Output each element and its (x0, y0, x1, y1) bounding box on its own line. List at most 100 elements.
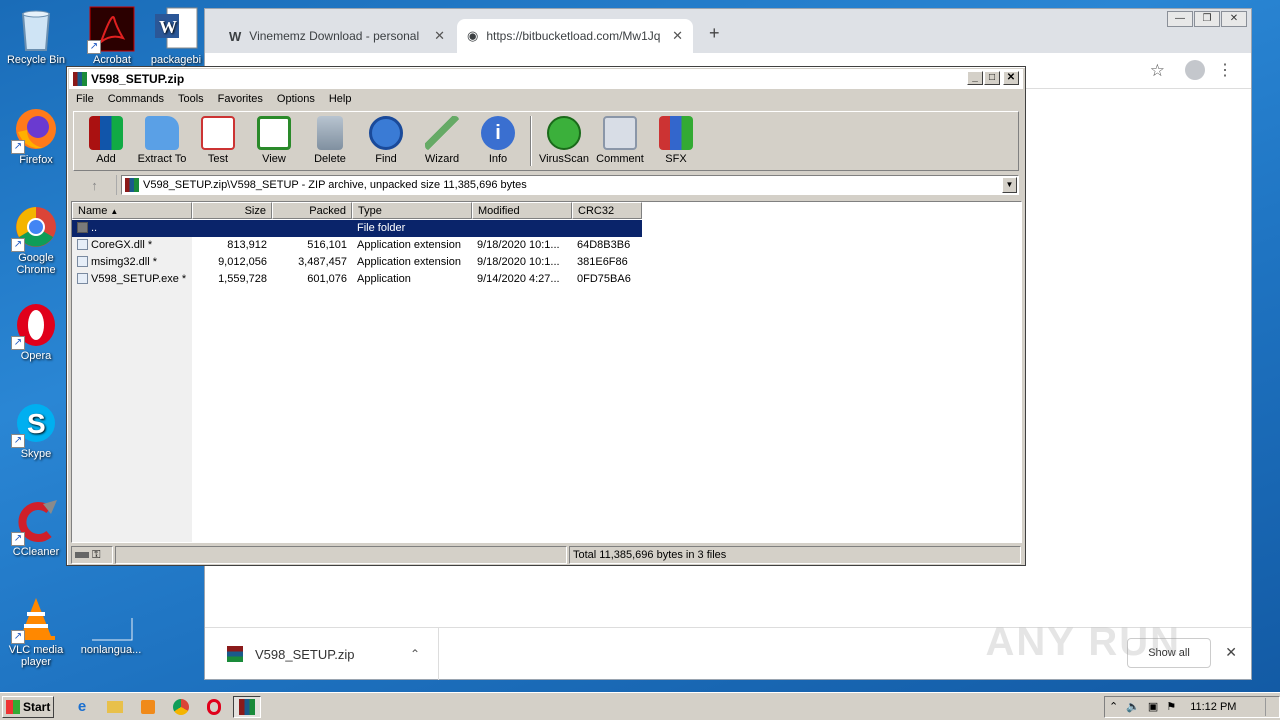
magic-wand-icon (425, 116, 459, 150)
taskbar-media-player[interactable] (134, 696, 162, 718)
row-size (192, 220, 272, 237)
desktop-icon-recycle-bin[interactable]: Recycle Bin (1, 6, 71, 66)
winrar-statusbar: ⚿ Total 11,385,696 bytes in 3 files (71, 546, 1021, 564)
view-button[interactable]: View (246, 112, 302, 170)
comment-icon (603, 116, 637, 150)
tab-title: Vinememz Download - personalfasr (249, 29, 420, 43)
close-download-shelf-icon[interactable]: ✕ (1225, 644, 1237, 661)
profile-avatar-icon[interactable] (1185, 60, 1205, 80)
svg-text:S: S (27, 408, 46, 439)
firefox-icon: ↗ (11, 106, 59, 154)
bookmark-star-icon[interactable]: ☆ (1150, 61, 1165, 81)
comment-button[interactable]: Comment (592, 112, 648, 170)
drive-key-icons[interactable]: ⚿ (71, 546, 113, 564)
maximize-icon[interactable]: □ (984, 71, 1000, 85)
taskbar-opera[interactable] (200, 696, 228, 718)
row-crc (572, 220, 642, 237)
desktop-icon-label: Skype (20, 448, 52, 460)
taskbar-chrome[interactable] (167, 696, 195, 718)
tool-label: Test (207, 153, 229, 165)
column-header-modified[interactable]: Modified (472, 202, 572, 219)
desktop-icon-vlc[interactable]: ↗ VLC media player (1, 596, 71, 668)
taskbar-winrar[interactable] (233, 695, 261, 718)
flag-icon[interactable]: ⚑ (1166, 700, 1176, 713)
taskbar-ie[interactable]: e (68, 696, 96, 718)
chevron-up-icon[interactable]: ⌃ (410, 647, 420, 661)
close-icon[interactable]: ✕ (1221, 11, 1247, 27)
delete-button[interactable]: Delete (302, 112, 358, 170)
desktop-icon-chrome[interactable]: ↗ Google Chrome (1, 204, 71, 276)
show-hidden-icons-icon[interactable]: ⌃ (1109, 700, 1118, 713)
column-header-crc32[interactable]: CRC32 (572, 202, 642, 219)
desktop-icon-label: VLC media player (8, 644, 64, 668)
table-row[interactable]: CoreGX.dll * 813,912 516,101 Application… (72, 237, 642, 254)
info-button[interactable]: i Info (470, 112, 526, 170)
wizard-button[interactable]: Wizard (414, 112, 470, 170)
path-combo[interactable]: V598_SETUP.zip\V598_SETUP - ZIP archive,… (121, 175, 1019, 195)
file-list[interactable]: Name ▲ Size Packed Type Modified CRC32 .… (71, 201, 1022, 543)
chevron-down-icon[interactable]: ▼ (1002, 177, 1017, 193)
maximize-icon[interactable]: ❐ (1194, 11, 1220, 27)
desktop-icon-opera[interactable]: ↗ Opera (1, 302, 71, 362)
add-button[interactable]: Add (78, 112, 134, 170)
new-tab-plus-icon[interactable]: + (709, 23, 720, 44)
path-text: V598_SETUP.zip\V598_SETUP - ZIP archive,… (143, 179, 527, 191)
key-icon: ⚿ (92, 549, 101, 561)
up-folder-button[interactable]: ↑ (73, 175, 117, 195)
desktop-icon-acrobat[interactable]: ↗ Acrobat (77, 6, 147, 66)
tab-close-icon[interactable]: ✕ (672, 28, 683, 44)
dll-file-icon (77, 256, 88, 267)
clock[interactable]: 11:12 PM (1190, 701, 1236, 713)
acrobat-icon: ↗ (87, 6, 135, 54)
menu-commands[interactable]: Commands (101, 91, 171, 109)
chrome-menu-icon[interactable]: ⋮ (1217, 60, 1233, 80)
window-title: V598_SETUP.zip (91, 72, 185, 86)
desktop-icon-skype[interactable]: S ↗ Skype (1, 400, 71, 460)
menu-file[interactable]: File (69, 91, 101, 109)
taskbar: Start e ⌃ 🔈 ▣ ⚑ 11:12 PM (0, 692, 1280, 720)
table-row[interactable]: V598_SETUP.exe * 1,559,728 601,076 Appli… (72, 271, 642, 288)
start-button[interactable]: Start (2, 695, 54, 718)
menu-tools[interactable]: Tools (171, 91, 211, 109)
vlc-icon: ↗ (11, 596, 59, 644)
desktop-icon-word-doc[interactable]: W packagebi (148, 6, 204, 66)
desktop-icon-firefox[interactable]: ↗ Firefox (1, 106, 71, 166)
minimize-icon[interactable]: — (1167, 11, 1193, 27)
download-item[interactable]: V598_SETUP.zip ⌃ (205, 628, 439, 680)
menu-favorites[interactable]: Favorites (211, 91, 270, 109)
menu-help[interactable]: Help (322, 91, 359, 109)
tab-close-icon[interactable]: ✕ (434, 28, 445, 44)
menu-options[interactable]: Options (270, 91, 322, 109)
show-desktop-button[interactable] (1265, 697, 1275, 716)
desktop-icon-nonlangua[interactable]: nonlangua... (76, 596, 146, 656)
row-modified: 9/14/2020 4:27... (477, 273, 560, 285)
extract-to-button[interactable]: Extract To (134, 112, 190, 170)
desktop-icon-ccleaner[interactable]: ↗ CCleaner (1, 498, 71, 558)
desktop-icon-label: Firefox (19, 154, 53, 166)
test-button[interactable]: Test (190, 112, 246, 170)
sfx-button[interactable]: SFX (648, 112, 704, 170)
row-type: Application extension (357, 256, 461, 268)
column-header-packed[interactable]: Packed (272, 202, 352, 219)
column-header-type[interactable]: Type (352, 202, 472, 219)
find-button[interactable]: Find (358, 112, 414, 170)
chrome-icon: ↗ (11, 204, 59, 252)
table-row[interactable]: .. File folder (72, 220, 642, 237)
winrar-logo-icon (239, 698, 255, 715)
winrar-window[interactable]: V598_SETUP.zip _ □ ✕ File Commands Tools… (66, 66, 1026, 566)
chrome-tab-bitbucketload[interactable]: ◉ https://bitbucketload.com/Mw1Jq9z ✕ (457, 19, 693, 53)
minimize-icon[interactable]: _ (967, 71, 983, 85)
network-icon[interactable]: ▣ (1148, 700, 1158, 713)
volume-icon[interactable]: 🔈 (1126, 700, 1140, 713)
row-size: 1,559,728 (218, 273, 267, 285)
close-icon[interactable]: ✕ (1003, 71, 1019, 85)
taskbar-explorer[interactable] (101, 696, 129, 718)
winrar-titlebar[interactable]: V598_SETUP.zip _ □ ✕ (69, 69, 1023, 89)
column-header-name[interactable]: Name ▲ (72, 202, 192, 219)
virusscan-button[interactable]: VirusScan (536, 112, 592, 170)
table-row[interactable]: msimg32.dll * 9,012,056 3,487,457 Applic… (72, 254, 642, 271)
internet-explorer-icon: e (77, 698, 87, 715)
sort-asc-icon: ▲ (110, 207, 119, 216)
chrome-tab-vinememz[interactable]: W Vinememz Download - personalfasr ✕ (219, 19, 455, 53)
column-header-size[interactable]: Size (192, 202, 272, 219)
